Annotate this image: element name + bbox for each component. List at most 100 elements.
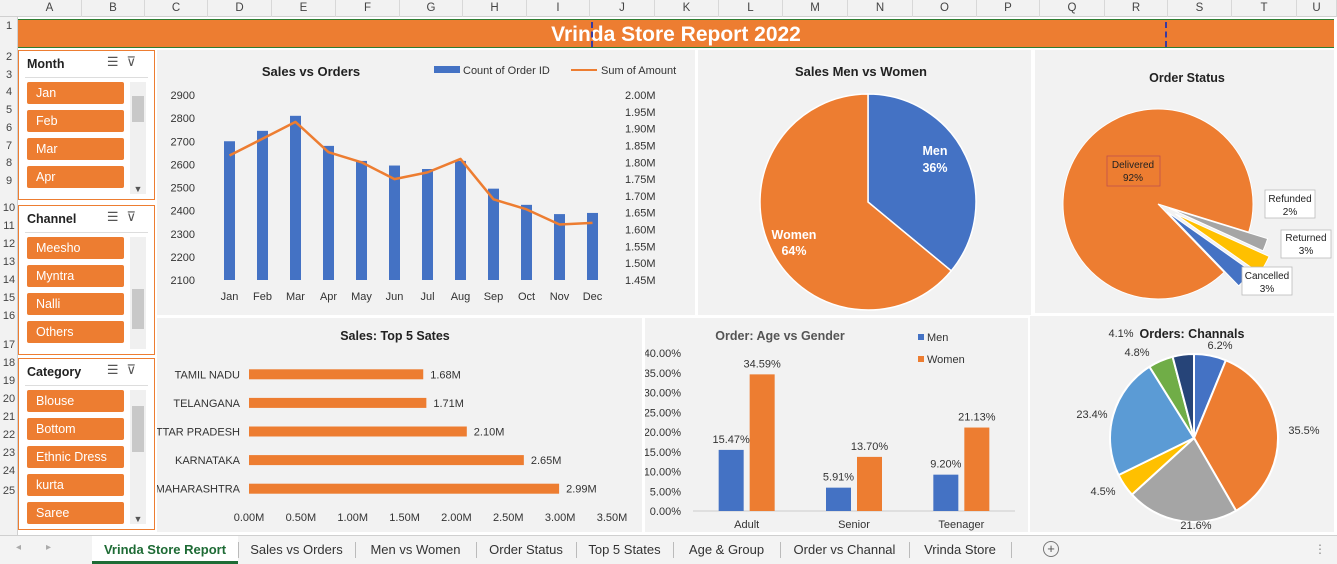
row-header[interactable]: 2 — [0, 50, 18, 64]
sheet-tab[interactable]: Vrinda Store — [909, 536, 1011, 564]
row-header[interactable]: 6 — [0, 121, 18, 135]
row-header[interactable]: 18 — [0, 356, 18, 370]
slicer-item[interactable]: Jan — [27, 82, 124, 104]
row-header[interactable]: 8 — [0, 156, 18, 170]
row-header[interactable]: 15 — [0, 291, 18, 305]
slicer-scrollbar[interactable] — [130, 237, 146, 349]
column-header[interactable]: T — [1232, 0, 1297, 17]
column-header[interactable]: I — [527, 0, 590, 17]
channel-slicer[interactable]: Channel ☰⊽ Meesho Myntra Nalli Others — [18, 205, 155, 355]
row-header[interactable]: 13 — [0, 255, 18, 269]
slicer-item[interactable]: Ethnic Dress — [27, 446, 124, 468]
column-header[interactable]: L — [719, 0, 783, 17]
scroll-thumb[interactable] — [132, 289, 144, 329]
column-header[interactable]: U — [1297, 0, 1337, 17]
chart-title: Sales vs Orders — [262, 64, 360, 79]
slicer-item[interactable]: kurta — [27, 474, 124, 496]
slicer-item[interactable]: Saree — [27, 502, 124, 524]
top-5-states-chart[interactable]: Sales: Top 5 Sates TAMIL NADU 1.68M TELANGA… — [148, 318, 642, 532]
row-header[interactable]: 20 — [0, 392, 18, 406]
row-header[interactable]: 16 — [0, 309, 18, 323]
sheet-tab[interactable]: Men vs Women — [355, 536, 476, 564]
y-tick-label: 2900 — [171, 90, 195, 102]
multiselect-clear-filter-icons[interactable]: ☰⊽ — [107, 209, 144, 225]
row-header[interactable]: 25 — [0, 484, 18, 498]
row-header[interactable]: 10 — [0, 201, 18, 215]
slicer-item[interactable]: Apr — [27, 166, 124, 188]
column-header[interactable]: N — [848, 0, 913, 17]
category-slicer[interactable]: Category ☰⊽ Blouse Bottom Ethnic Dress k… — [18, 358, 155, 530]
scroll-right-icon[interactable]: ▸ — [46, 542, 51, 553]
more-options-icon[interactable]: ⋮ — [1314, 542, 1326, 556]
slicer-item[interactable]: Nalli — [27, 293, 124, 315]
slicer-scrollbar[interactable]: ▼ — [130, 390, 146, 524]
scroll-thumb[interactable] — [132, 406, 144, 452]
row-header[interactable]: 14 — [0, 273, 18, 287]
column-header[interactable]: M — [783, 0, 848, 17]
sheet-tab[interactable]: Top 5 States — [576, 536, 673, 564]
row-header[interactable]: 4 — [0, 85, 18, 99]
orders-channels-chart[interactable]: Orders: Channals 6.2% 35.5% 21.6% 4.5% 23.4% 4… — [1030, 316, 1334, 532]
row-header[interactable]: 9 — [0, 174, 18, 188]
slicer-item[interactable]: Bottom — [27, 418, 124, 440]
column-header[interactable]: K — [655, 0, 719, 17]
column-header[interactable]: A — [18, 0, 82, 17]
column-header[interactable]: J — [590, 0, 655, 17]
slicer-item[interactable]: Meesho — [27, 237, 124, 259]
slicer-item[interactable]: Myntra — [27, 265, 124, 287]
column-headers: ABCDEFGHIJKLMNOPQRSTU — [0, 0, 1337, 17]
month-slicer[interactable]: Month ☰⊽ Jan Feb Mar Apr ▼ — [18, 50, 155, 200]
sheet-tab[interactable]: Order Status — [476, 536, 576, 564]
row-header[interactable]: 17 — [0, 338, 18, 352]
row-header[interactable]: 7 — [0, 139, 18, 153]
column-header[interactable]: R — [1105, 0, 1168, 17]
sheet-tab[interactable]: Vrinda Store Report — [92, 536, 238, 564]
slicer-scrollbar[interactable]: ▼ — [130, 82, 146, 194]
column-header[interactable]: Q — [1040, 0, 1105, 17]
row-header[interactable]: 22 — [0, 428, 18, 442]
column-header[interactable]: S — [1168, 0, 1232, 17]
row-header[interactable]: 24 — [0, 464, 18, 478]
multiselect-clear-filter-icons[interactable]: ☰⊽ — [107, 54, 144, 70]
excel-window: ABCDEFGHIJKLMNOPQRSTU 1 2 3 4 5 6 7 8 9 10 11 12 13 1… — [0, 0, 1337, 564]
order-status-svg: Order Status Delivered 92% Refunded 2% Return… — [1062, 71, 1332, 300]
column-header[interactable]: E — [272, 0, 336, 17]
sheet-tab[interactable]: Order vs Channal — [780, 536, 909, 564]
column-header[interactable]: P — [977, 0, 1040, 17]
chevron-down-icon[interactable]: ▼ — [130, 514, 146, 524]
slicer-item[interactable]: Blouse — [27, 390, 124, 412]
slicer-item[interactable]: Others — [27, 321, 124, 343]
row-header[interactable]: 11 — [0, 219, 18, 233]
scroll-left-icon[interactable]: ◂ — [16, 542, 21, 553]
column-header[interactable]: O — [913, 0, 977, 17]
row-header[interactable]: 12 — [0, 237, 18, 251]
slicer-item[interactable]: Mar — [27, 138, 124, 160]
row-header[interactable]: 23 — [0, 446, 18, 460]
add-sheet-icon[interactable]: + — [1043, 541, 1059, 557]
order-status-chart[interactable]: Order Status Delivered 92% Refunded 2% Return… — [1035, 50, 1334, 313]
sheet-tab[interactable]: Sales vs Orders — [238, 536, 355, 564]
row-header[interactable]: 21 — [0, 410, 18, 424]
column-header[interactable]: C — [145, 0, 208, 17]
sales-men-vs-women-chart[interactable]: Sales Men vs Women Men 36% Women 64% — [698, 50, 1031, 315]
age-vs-gender-chart[interactable]: Order: Age vs Gender Men Women 0.00% 5.00% 10… — [644, 318, 1028, 532]
column-header[interactable]: G — [400, 0, 463, 17]
scroll-thumb[interactable] — [132, 96, 144, 122]
slicer-item[interactable]: Feb — [27, 110, 124, 132]
x-tick-label: Senior — [838, 519, 870, 531]
chevron-down-icon[interactable]: ▼ — [130, 184, 146, 194]
data-label: 2.65M — [531, 455, 562, 467]
row-header[interactable]: 1 — [0, 19, 18, 33]
column-header[interactable]: H — [463, 0, 527, 17]
bar — [933, 474, 959, 511]
sales-vs-orders-chart[interactable]: Sales vs Orders Count of Order ID Sum of A… — [157, 50, 695, 315]
bar — [718, 449, 744, 511]
row-header[interactable]: 3 — [0, 68, 18, 82]
column-header[interactable]: F — [336, 0, 400, 17]
column-header[interactable]: D — [208, 0, 272, 17]
column-header[interactable]: B — [82, 0, 145, 17]
sheet-tab[interactable]: Age & Group — [673, 536, 780, 564]
row-header[interactable]: 19 — [0, 374, 18, 388]
row-header[interactable]: 5 — [0, 103, 18, 117]
multiselect-clear-filter-icons[interactable]: ☰⊽ — [107, 362, 144, 378]
